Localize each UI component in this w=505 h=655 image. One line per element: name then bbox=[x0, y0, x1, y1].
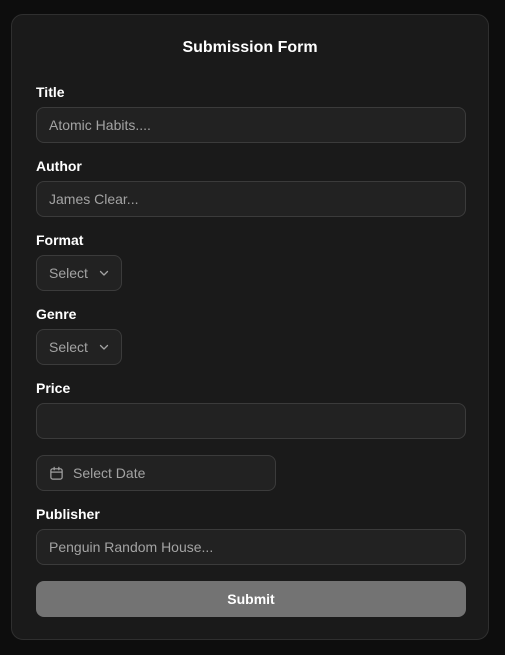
date-picker-button[interactable]: Select Date bbox=[36, 455, 276, 491]
author-label: Author bbox=[36, 158, 82, 174]
genre-select[interactable]: Select bbox=[36, 329, 122, 365]
genre-label: Genre bbox=[36, 306, 77, 322]
chevron-down-icon bbox=[98, 267, 110, 279]
publisher-field[interactable] bbox=[36, 529, 466, 565]
date-picker-placeholder: Select Date bbox=[73, 465, 146, 481]
price-input[interactable] bbox=[49, 413, 453, 429]
submit-button[interactable]: Submit bbox=[36, 581, 466, 617]
chevron-down-icon bbox=[98, 341, 110, 353]
submission-form-card: Submission Form Title Author Format Sele… bbox=[11, 14, 489, 640]
price-label: Price bbox=[36, 380, 71, 396]
format-select-value: Select bbox=[49, 265, 88, 281]
genre-select-value: Select bbox=[49, 339, 88, 355]
form-title: Submission Form bbox=[182, 39, 318, 56]
price-field[interactable] bbox=[36, 403, 466, 439]
calendar-icon bbox=[49, 466, 64, 481]
publisher-input[interactable] bbox=[49, 539, 453, 555]
title-label: Title bbox=[36, 84, 65, 100]
publisher-label: Publisher bbox=[36, 506, 100, 522]
title-input[interactable] bbox=[49, 117, 453, 133]
format-label: Format bbox=[36, 232, 84, 248]
format-select[interactable]: Select bbox=[36, 255, 122, 291]
author-field[interactable] bbox=[36, 181, 466, 217]
author-input[interactable] bbox=[49, 191, 453, 207]
title-field[interactable] bbox=[36, 107, 466, 143]
